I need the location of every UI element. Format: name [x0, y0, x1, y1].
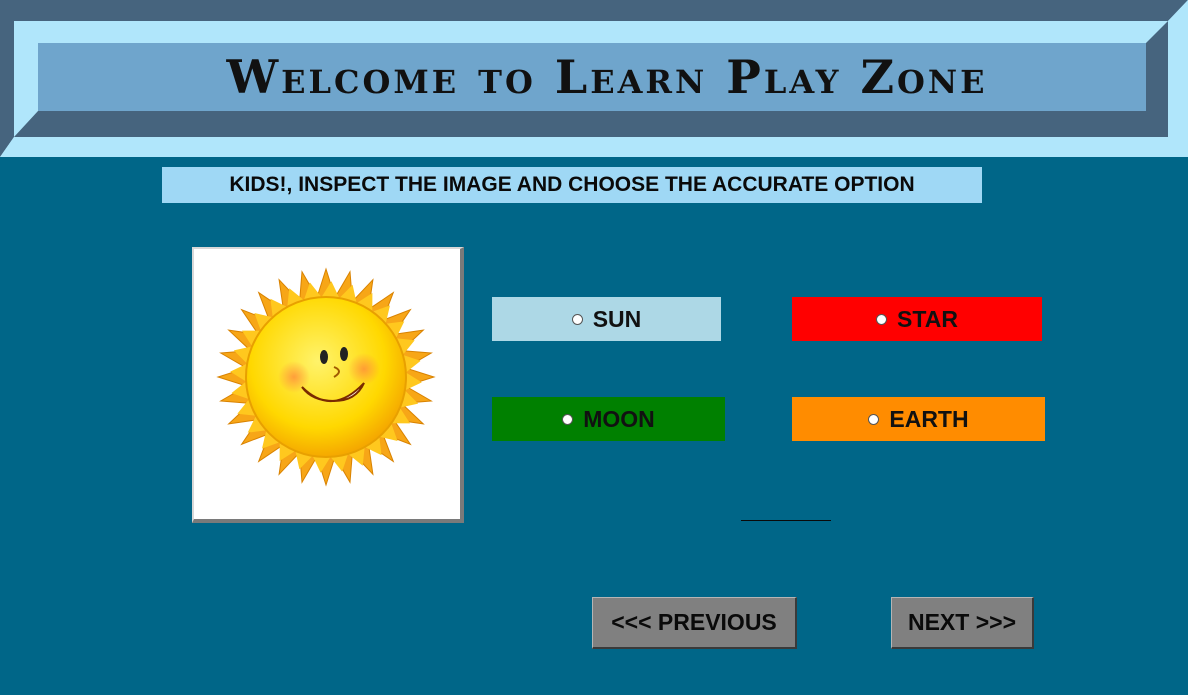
- instruction-text: KIDS!, INSPECT THE IMAGE AND CHOOSE THE …: [162, 167, 982, 203]
- page-title: Welcome to Learn Play Zone: [226, 50, 988, 104]
- answer-feedback-line: [741, 520, 831, 521]
- option-label: STAR: [897, 305, 958, 332]
- banner-plate: Welcome to Learn Play Zone: [38, 43, 1146, 111]
- previous-button[interactable]: <<< PREVIOUS: [592, 597, 797, 649]
- option-label: SUN: [592, 305, 642, 332]
- radio-icon[interactable]: [868, 413, 880, 425]
- option-earth[interactable]: EARTH: [792, 397, 1045, 441]
- next-button[interactable]: NEXT >>>: [891, 597, 1034, 649]
- sun-icon: [216, 267, 436, 487]
- option-label: MOON: [583, 405, 655, 432]
- radio-icon[interactable]: [562, 413, 574, 425]
- option-star[interactable]: STAR: [792, 297, 1042, 341]
- radio-icon[interactable]: [876, 313, 888, 325]
- option-label: EARTH: [889, 405, 969, 432]
- radio-icon[interactable]: [571, 313, 583, 325]
- option-sun[interactable]: SUN: [492, 297, 721, 341]
- question-image-frame: [192, 247, 464, 523]
- option-moon[interactable]: MOON: [492, 397, 725, 441]
- title-banner: Welcome to Learn Play Zone: [0, 0, 1188, 157]
